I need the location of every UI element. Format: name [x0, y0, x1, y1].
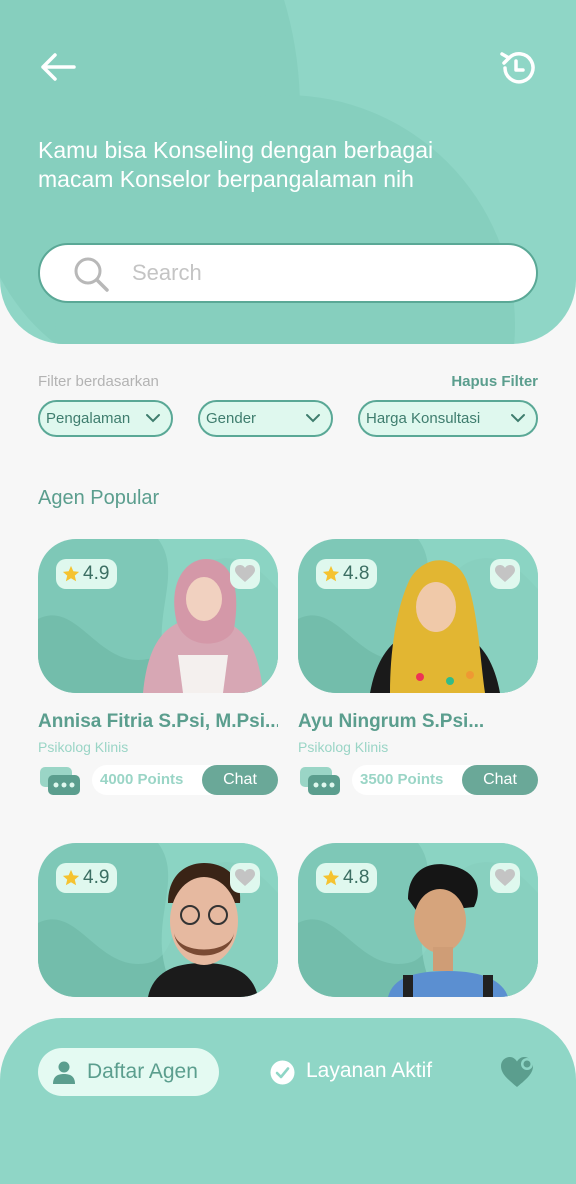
- money-icon: [40, 767, 80, 795]
- section-title: Agen Popular: [38, 487, 160, 509]
- rating-value: 4.8: [343, 563, 370, 584]
- arrow-left-icon: [41, 53, 76, 81]
- heart-icon[interactable]: [500, 1056, 536, 1088]
- history-button[interactable]: [498, 48, 538, 88]
- chat-button[interactable]: Chat: [462, 765, 538, 795]
- star-icon: [322, 565, 340, 582]
- price-pill: 4000 Points Chat: [92, 765, 278, 795]
- agent-card[interactable]: 4.9 Annisa Fitria S.Psi, M.Psi... Psikol…: [38, 539, 278, 795]
- filter-label: Filter berdasarkan: [38, 373, 159, 390]
- agent-name: Ayu Ningrum S.Psi...: [298, 711, 485, 732]
- dropdown-label: Pengalaman: [46, 410, 131, 427]
- clear-filter-link[interactable]: Hapus Filter: [451, 373, 538, 390]
- agent-role: Psikolog Klinis: [38, 739, 129, 755]
- price-row: 4000 Points Chat: [38, 765, 278, 795]
- rating-badge: 4.9: [56, 559, 118, 589]
- agent-photo: 4.9: [38, 843, 278, 997]
- nav-label: Daftar Agen: [87, 1060, 198, 1083]
- heart-icon: [495, 565, 515, 582]
- bottom-navigation: Daftar Agen Layanan Aktif: [0, 1018, 576, 1184]
- search-icon: [74, 257, 109, 292]
- chevron-down-icon: [511, 414, 525, 423]
- user-icon: [53, 1061, 75, 1084]
- heart-icon: [235, 565, 255, 582]
- agent-portrait: [370, 560, 500, 693]
- favorite-button[interactable]: [490, 863, 520, 893]
- agent-card[interactable]: 4.8 Ayu Ningrum S.Psi... Psikolog Klinis…: [298, 539, 538, 795]
- star-icon: [322, 869, 340, 886]
- agent-photo: 4.8: [298, 843, 538, 997]
- agent-photo: 4.9: [38, 539, 278, 693]
- rating-value: 4.9: [83, 563, 110, 584]
- page-headline: Kamu bisa Konseling dengan berbagai maca…: [38, 136, 518, 194]
- filter-gender-dropdown[interactable]: Gender: [198, 400, 333, 437]
- heart-icon: [235, 869, 255, 886]
- rating-value: 4.8: [343, 867, 370, 888]
- agent-name: Annisa Fitria S.Psi, M.Psi...: [38, 711, 278, 732]
- search-bar[interactable]: [38, 243, 538, 303]
- favorite-button[interactable]: [490, 559, 520, 589]
- dropdown-label: Gender: [206, 410, 257, 427]
- nav-agent-list[interactable]: Daftar Agen: [38, 1048, 219, 1096]
- price-text: 3500 Points: [360, 771, 444, 788]
- back-button[interactable]: [38, 50, 78, 84]
- heart-icon: [495, 869, 515, 886]
- filter-experience-dropdown[interactable]: Pengalaman: [38, 400, 173, 437]
- history-icon: [500, 52, 535, 84]
- agent-card[interactable]: 4.9: [38, 843, 278, 997]
- price-text: 4000 Points: [100, 771, 184, 788]
- rating-badge: 4.9: [56, 863, 118, 893]
- chevron-down-icon: [146, 414, 160, 423]
- headline-line: macam Konselor berpangalaman nih: [38, 166, 414, 192]
- price-row: 3500 Points Chat: [298, 765, 538, 795]
- headline-line: Kamu bisa Konseling dengan berbagai: [38, 137, 434, 163]
- dropdown-label: Harga Konsultasi: [366, 410, 481, 427]
- agent-role: Psikolog Klinis: [298, 739, 389, 755]
- favorite-button[interactable]: [230, 863, 260, 893]
- header: Kamu bisa Konseling dengan berbagai maca…: [0, 0, 576, 344]
- rating-badge: 4.8: [316, 559, 378, 589]
- rating-value: 4.9: [83, 867, 110, 888]
- search-input[interactable]: [132, 253, 512, 293]
- chevron-down-icon: [306, 414, 320, 423]
- money-icon: [300, 767, 340, 795]
- favorite-button[interactable]: [230, 559, 260, 589]
- chat-button[interactable]: Chat: [202, 765, 278, 795]
- nav-label: Layanan Aktif: [306, 1059, 433, 1082]
- price-pill: 3500 Points Chat: [352, 765, 538, 795]
- star-icon: [62, 869, 80, 886]
- star-icon: [62, 565, 80, 582]
- agent-photo: 4.8: [298, 539, 538, 693]
- rating-badge: 4.8: [316, 863, 378, 893]
- filter-price-dropdown[interactable]: Harga Konsultasi: [358, 400, 538, 437]
- agent-card[interactable]: 4.8: [298, 843, 538, 997]
- check-circle-icon: [270, 1060, 295, 1085]
